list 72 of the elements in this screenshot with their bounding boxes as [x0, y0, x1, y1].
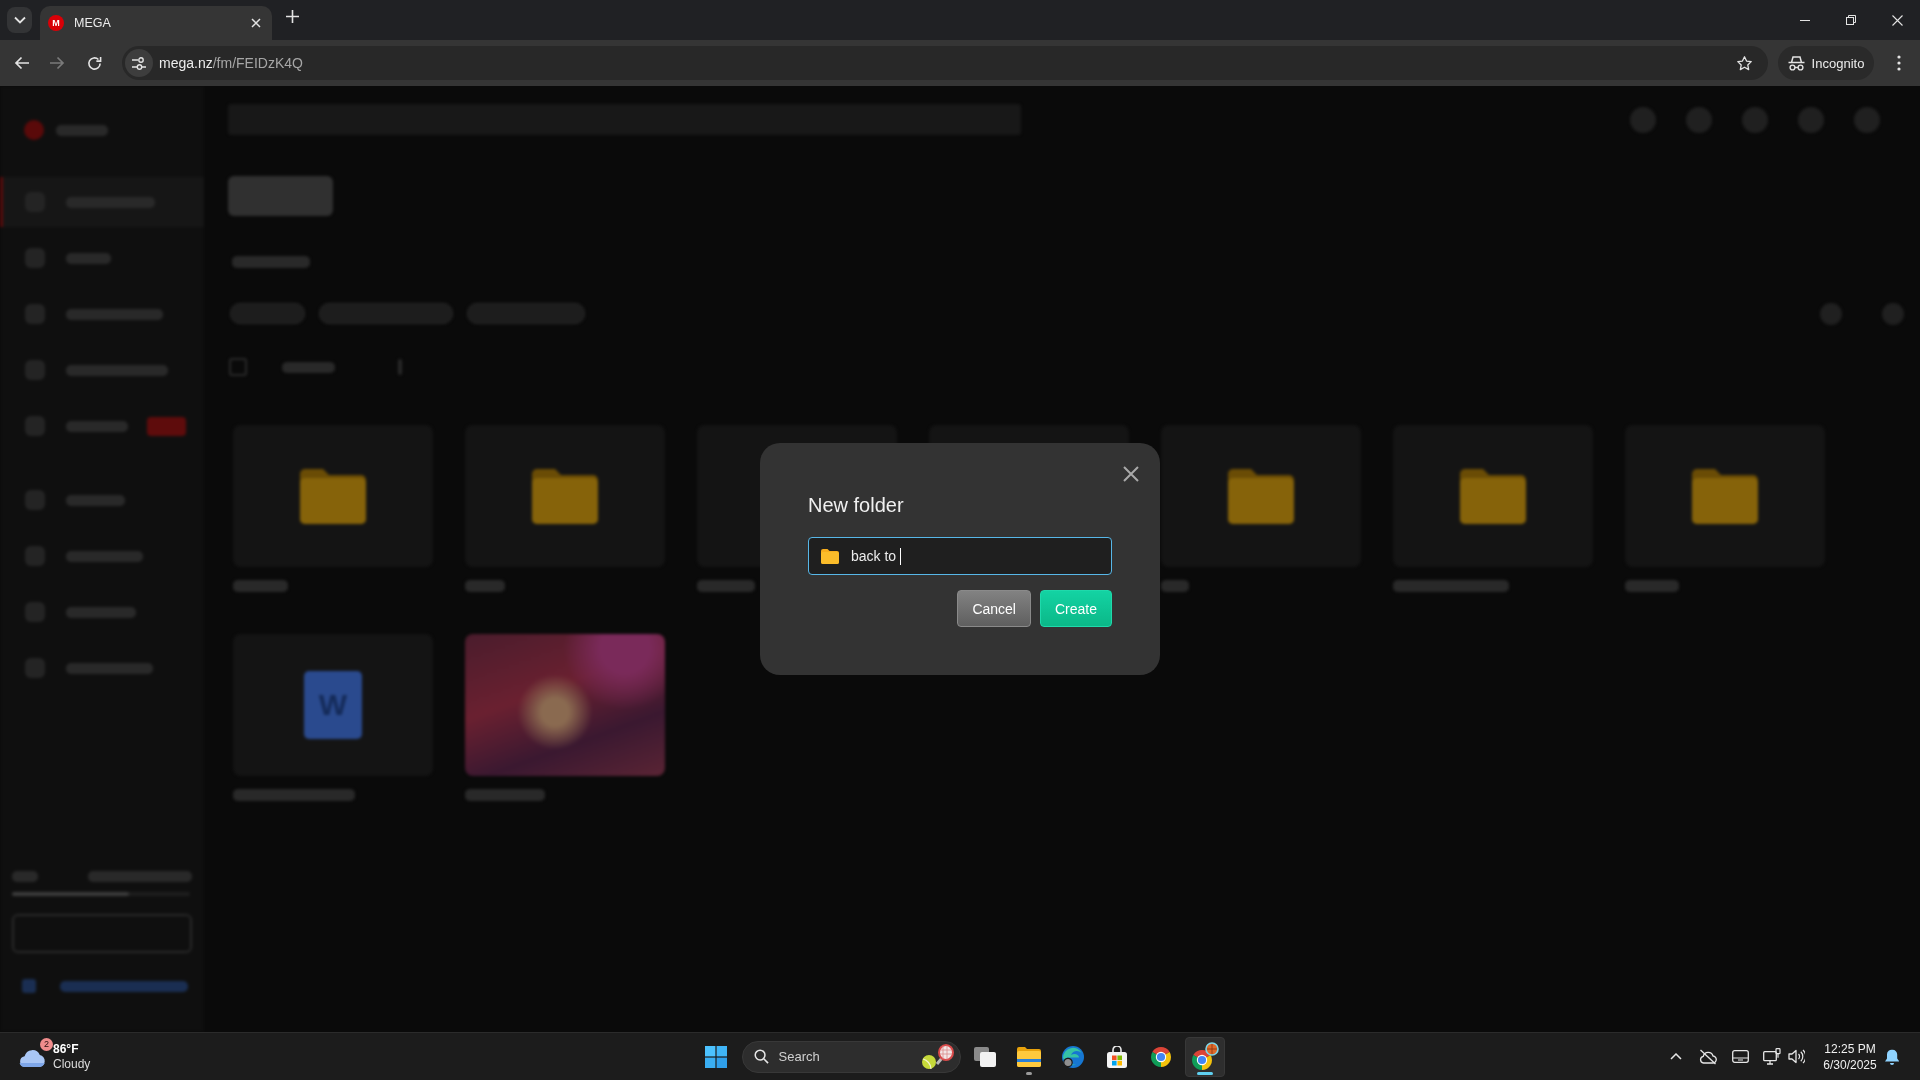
taskbar-search-field[interactable]: Search	[741, 1040, 961, 1073]
blurred-label	[66, 420, 128, 432]
file-folder-icon	[1016, 1046, 1041, 1067]
favicon: M	[48, 15, 64, 31]
caret-icon	[13, 16, 26, 24]
text-cursor-icon	[900, 547, 902, 565]
folder-icon	[532, 468, 598, 524]
photo-placeholder[interactable]	[465, 634, 665, 776]
folder-icon	[821, 548, 839, 564]
folder-name-field[interactable]: back to	[808, 537, 1112, 575]
address-bar[interactable]: mega.nz/fm/FEIDzK4Q	[122, 46, 1768, 80]
secondary-button[interactable]: Cancel	[957, 590, 1031, 627]
blurred-label	[233, 580, 288, 592]
browser-tab[interactable]: M MEGA	[40, 6, 272, 40]
temperature-text[interactable]: 86°F	[53, 1041, 91, 1057]
weather-condition[interactable]: Cloudy	[53, 1056, 91, 1072]
clock-time[interactable]: 12:25 PM	[1824, 1040, 1876, 1057]
close-button[interactable]	[1121, 464, 1141, 484]
restore-icon	[1846, 15, 1856, 25]
store-bag-icon	[1105, 1045, 1128, 1068]
blurred-label	[465, 580, 505, 592]
back-arrow-icon	[14, 56, 30, 70]
folder-icon	[1460, 468, 1526, 524]
cloud-off-icon	[1699, 1048, 1717, 1065]
folder-icon	[1228, 468, 1294, 524]
close-icon	[251, 18, 261, 28]
blurred-label	[56, 124, 108, 136]
forward-arrow-icon	[49, 56, 65, 70]
taskbar-app-button[interactable]	[1184, 1036, 1225, 1077]
swirl-logo-icon	[1060, 1044, 1085, 1069]
task-view-icon	[973, 1046, 996, 1067]
tune-icon	[132, 56, 146, 70]
incognito-icon	[1787, 55, 1805, 71]
tab-list-button[interactable]	[7, 7, 32, 33]
close-icon	[1123, 466, 1139, 482]
display-icon	[1731, 1050, 1749, 1063]
bell-icon	[1885, 1048, 1899, 1065]
link-icon	[22, 979, 36, 993]
blurred-label	[12, 871, 38, 882]
file-tile[interactable]	[465, 425, 665, 567]
file-tile[interactable]	[1625, 425, 1825, 567]
more-vertical-icon	[1897, 55, 1901, 71]
tricolor-circle-icon	[1148, 1044, 1173, 1069]
reload-icon	[86, 55, 102, 71]
speaker-icon	[1787, 1049, 1805, 1064]
plus-icon	[285, 9, 299, 23]
blurred-label	[66, 494, 125, 506]
tennis-icon	[919, 1043, 954, 1070]
minimize-icon	[1800, 19, 1810, 21]
tricolor-circle-icon	[1189, 1041, 1220, 1072]
four-squares-icon	[704, 1045, 727, 1068]
file-tile[interactable]	[1161, 425, 1361, 567]
star-icon	[1735, 54, 1753, 72]
chevron-up-icon	[1670, 1053, 1682, 1060]
file-tile[interactable]	[1393, 425, 1593, 567]
network-icon	[1763, 1048, 1782, 1065]
dialog-title: New folder	[808, 493, 905, 517]
file-tile[interactable]	[233, 425, 433, 567]
search-icon	[753, 1049, 769, 1064]
logo-icon	[24, 120, 44, 140]
site-info-button[interactable]	[125, 49, 153, 77]
clock-date[interactable]: 6/30/2025	[1823, 1056, 1877, 1073]
notification-badge: 2	[40, 1037, 53, 1051]
blurred-label	[282, 361, 335, 373]
folder-icon	[300, 468, 366, 524]
blurred-label	[697, 580, 755, 592]
close-icon	[1891, 14, 1903, 26]
incognito-button[interactable]: Incognito	[1778, 46, 1874, 80]
blurred-label	[66, 606, 136, 618]
folder-icon	[1692, 468, 1758, 524]
blurred-label	[1625, 580, 1679, 592]
blurred-label	[66, 252, 111, 264]
